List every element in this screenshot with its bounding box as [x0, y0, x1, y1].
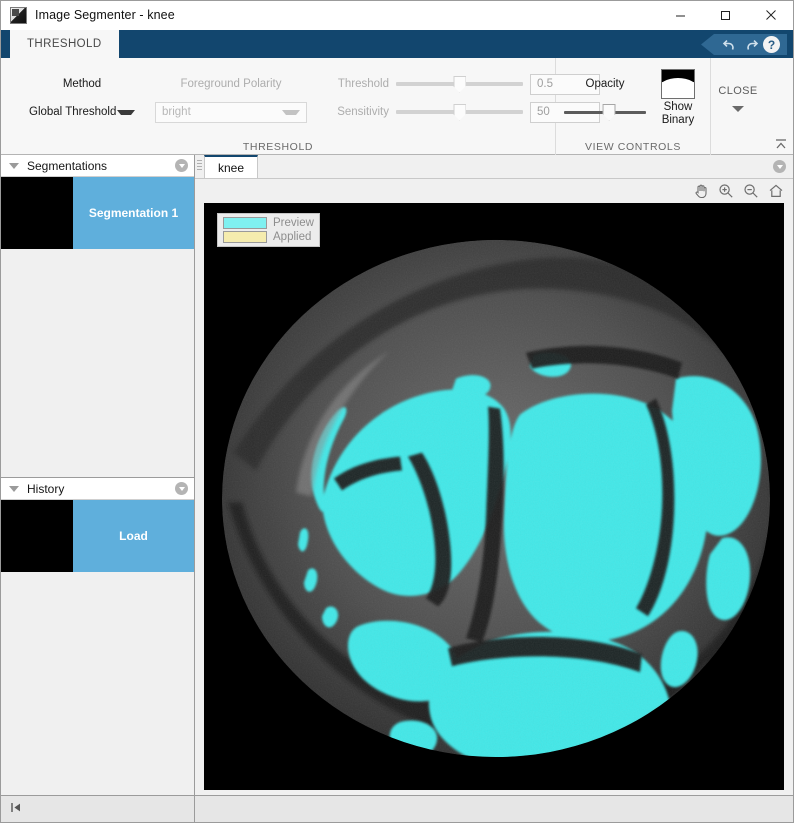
applied-color-swatch: [223, 231, 267, 243]
image-segmenter-window: Image Segmenter - knee THRESHOLD: [0, 0, 794, 823]
show-binary-button[interactable]: Show Binary: [652, 69, 704, 127]
chevron-down-icon[interactable]: [732, 106, 744, 112]
threshold-slider-handle[interactable]: [453, 76, 466, 93]
app-image-icon: [10, 7, 27, 24]
status-bar: [1, 795, 793, 822]
preview-color-swatch: [223, 217, 267, 229]
opacity-slider[interactable]: [564, 102, 646, 123]
document-tab-knee[interactable]: knee: [204, 155, 258, 178]
segmentation-label: Segmentation 1: [73, 177, 194, 249]
panel-menu-icon[interactable]: [175, 159, 188, 172]
show-binary-label-line1: Show: [662, 101, 695, 114]
collapse-ribbon-icon[interactable]: [773, 136, 789, 152]
quick-access-toolbar: ?: [701, 34, 787, 55]
collapse-triangle-icon[interactable]: [9, 163, 19, 169]
segmentations-panel-header: Segmentations: [1, 155, 194, 177]
section-label-close: [711, 138, 771, 155]
opacity-label: Opacity: [564, 78, 646, 90]
threshold-slider[interactable]: [396, 74, 523, 95]
list-item[interactable]: Segmentation 1: [1, 177, 194, 249]
legend-row-preview: Preview: [223, 217, 314, 229]
panel-menu-icon[interactable]: [175, 482, 188, 495]
minimize-button[interactable]: [658, 1, 703, 30]
sensitivity-label: Sensitivity: [321, 106, 389, 118]
drag-grip-icon[interactable]: [195, 154, 204, 178]
chevron-down-icon: [282, 110, 300, 115]
document-tabstrip: knee: [195, 155, 793, 179]
legend-row-applied: Applied: [223, 231, 314, 243]
binary-image-icon: [661, 69, 695, 99]
ribbon-section-threshold: Method Global Threshold Foreground Polar…: [1, 58, 556, 155]
main-area: Segmentations Segmentation 1 History: [1, 155, 793, 795]
document-menu-icon[interactable]: [773, 160, 786, 173]
status-bar-left: [1, 796, 195, 822]
tab-threshold[interactable]: THRESHOLD: [10, 30, 119, 58]
opacity-slider-handle[interactable]: [603, 104, 616, 121]
history-list[interactable]: Load: [1, 500, 194, 795]
sensitivity-slider[interactable]: [396, 102, 523, 123]
method-dropdown[interactable]: Global Threshold: [23, 102, 141, 123]
undo-icon[interactable]: [717, 35, 740, 54]
method-label: Method: [23, 78, 141, 90]
window-controls: [658, 1, 793, 30]
ribbon-section-close: CLOSE: [711, 58, 771, 155]
segmentations-list[interactable]: Segmentation 1: [1, 177, 194, 477]
history-title: History: [27, 482, 64, 496]
section-label-view-controls: VIEW CONTROLS: [556, 138, 710, 155]
ribbon-tabstrip: THRESHOLD ?: [1, 30, 793, 58]
foreground-polarity-dropdown[interactable]: bright: [155, 102, 307, 123]
pan-icon[interactable]: [693, 183, 709, 199]
foreground-polarity-value: bright: [162, 106, 191, 118]
maximize-button[interactable]: [703, 1, 748, 30]
segmentations-panel: Segmentations Segmentation 1: [1, 155, 194, 477]
axes-toolbar: [195, 179, 793, 203]
overlay-legend: Preview Applied: [217, 213, 320, 247]
help-icon[interactable]: ?: [763, 36, 780, 53]
list-item[interactable]: Load: [1, 500, 194, 572]
window-title: Image Segmenter - knee: [35, 8, 175, 22]
sidebar: Segmentations Segmentation 1 History: [1, 155, 195, 795]
collapse-triangle-icon[interactable]: [9, 486, 19, 492]
mri-knee-image: [204, 203, 784, 790]
close-label: CLOSE: [718, 85, 757, 97]
chevron-down-icon: [117, 110, 135, 115]
title-bar: Image Segmenter - knee: [1, 1, 793, 30]
image-canvas-wrapper: Preview Applied: [195, 203, 793, 795]
ribbon-section-view-controls: Opacity Show Binary: [556, 58, 711, 155]
sensitivity-slider-handle[interactable]: [453, 104, 466, 121]
collapse-panel-icon[interactable]: [10, 801, 23, 817]
zoom-in-icon[interactable]: [718, 183, 734, 199]
home-icon[interactable]: [768, 183, 784, 199]
segmentation-thumbnail: [1, 177, 73, 249]
show-binary-label-line2: Binary: [662, 114, 695, 127]
threshold-label: Threshold: [321, 78, 389, 90]
document-area: knee: [195, 155, 793, 795]
image-canvas[interactable]: Preview Applied: [204, 203, 784, 790]
foreground-polarity-label: Foreground Polarity: [155, 78, 307, 90]
history-panel-header: History: [1, 478, 194, 500]
history-label: Load: [73, 500, 194, 572]
redo-icon[interactable]: [740, 35, 763, 54]
segmentations-title: Segmentations: [27, 159, 107, 173]
legend-label-preview: Preview: [273, 217, 314, 229]
legend-label-applied: Applied: [273, 231, 311, 243]
ribbon: Method Global Threshold Foreground Polar…: [1, 58, 793, 155]
history-panel: History Load: [1, 477, 194, 795]
close-window-button[interactable]: [748, 1, 793, 30]
close-app-button[interactable]: CLOSE: [711, 85, 765, 112]
history-thumbnail: [1, 500, 73, 572]
method-value: Global Threshold: [29, 106, 116, 118]
section-label-threshold: THRESHOLD: [1, 138, 555, 155]
zoom-out-icon[interactable]: [743, 183, 759, 199]
